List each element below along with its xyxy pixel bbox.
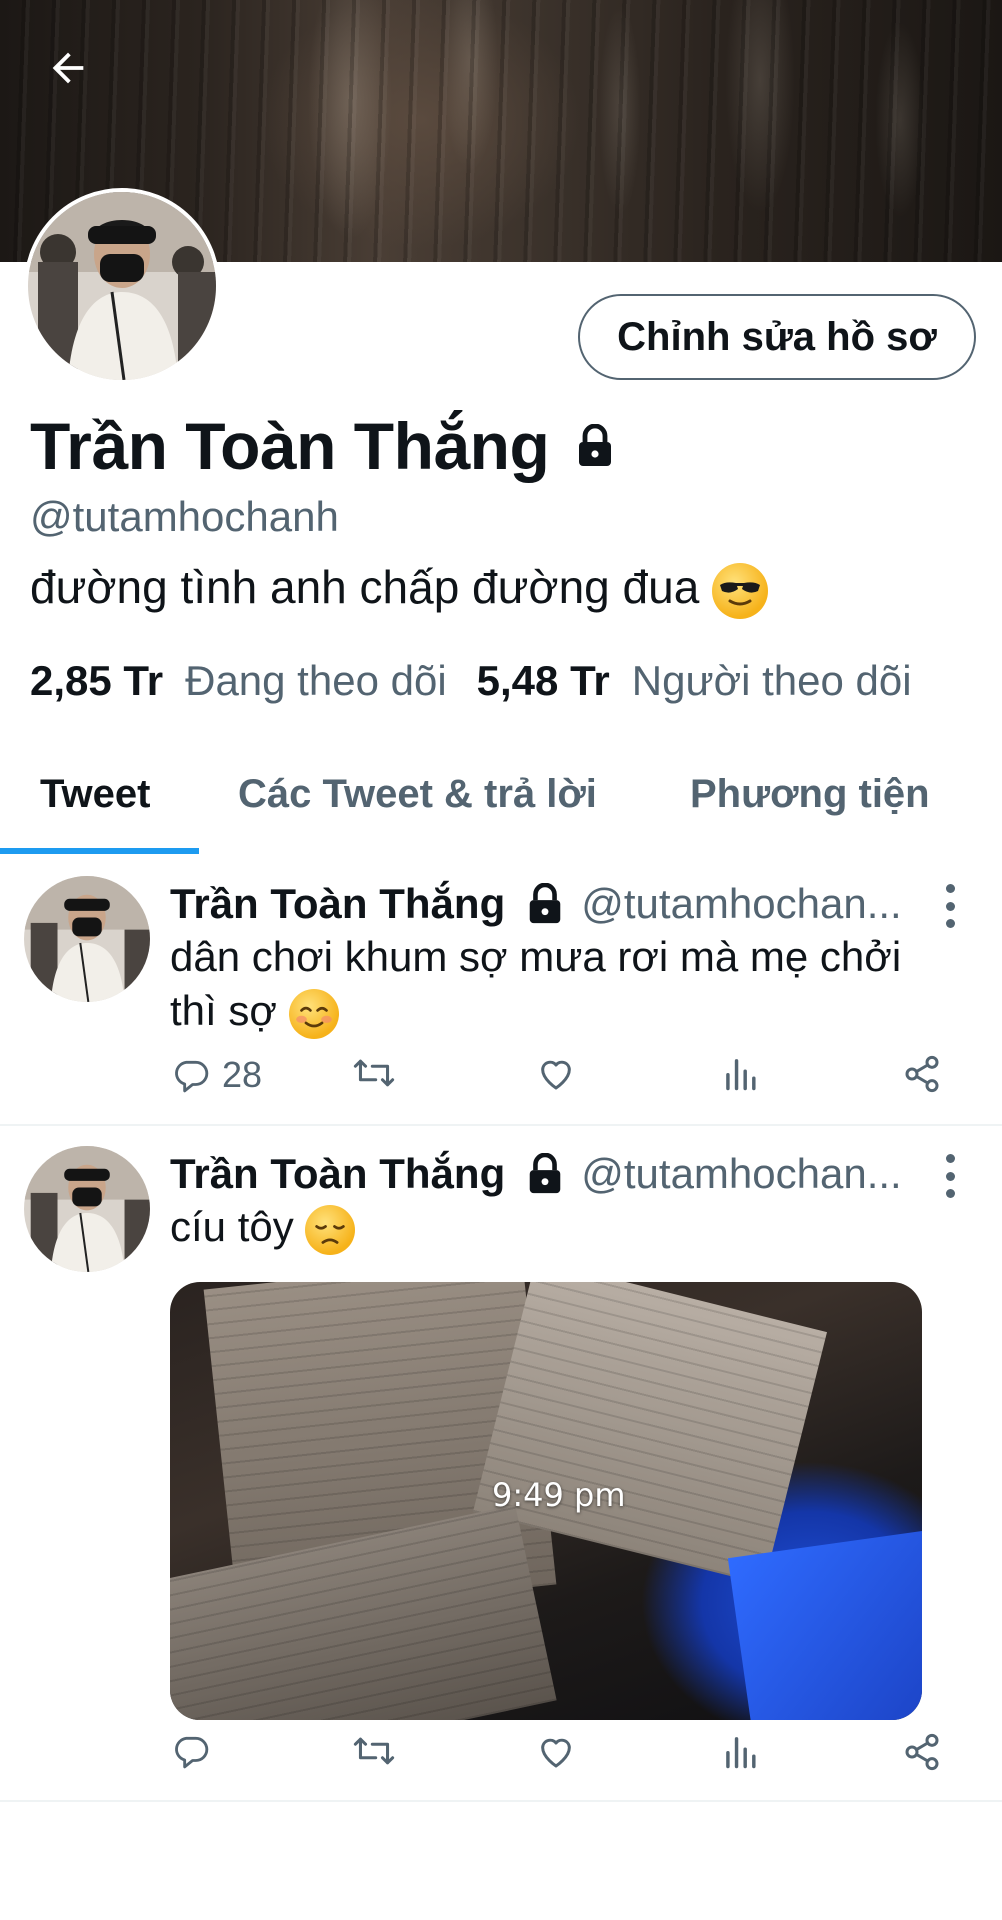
avatar-photo bbox=[24, 1146, 150, 1272]
analytics-icon bbox=[726, 1059, 756, 1091]
followers-label[interactable]: Người theo dõi bbox=[632, 657, 912, 705]
profile-handle: @tutamhochanh bbox=[30, 493, 339, 540]
share-icon bbox=[905, 1055, 939, 1093]
more-options-icon[interactable] bbox=[936, 884, 964, 928]
back-button[interactable] bbox=[30, 30, 106, 106]
following-count[interactable]: 2,85 Tr bbox=[30, 657, 163, 705]
analytics-icon bbox=[726, 1737, 756, 1769]
tweet-author-name[interactable]: Trần Toàn Thắng bbox=[170, 880, 505, 928]
like-button[interactable] bbox=[536, 1054, 576, 1092]
retweet-icon bbox=[353, 1059, 395, 1087]
active-tab-indicator bbox=[0, 848, 199, 854]
tweet-media-image[interactable]: 9:49 pm bbox=[170, 1282, 922, 1720]
avatar-photo bbox=[24, 876, 150, 1002]
profile-stats: 2,85 Tr Đang theo dõi 5,48 Tr Người theo… bbox=[30, 657, 942, 705]
profile-avatar[interactable] bbox=[24, 188, 220, 384]
tweet-body: cíu tôy bbox=[170, 1203, 294, 1250]
tweet-header: Trần Toàn Thắng @tutamhochan... bbox=[170, 1150, 902, 1198]
bio-text: đường tình anh chấp đường đua bbox=[30, 561, 700, 613]
profile-name: Trần Toàn Thắng bbox=[30, 409, 550, 483]
share-icon bbox=[905, 1733, 939, 1771]
lock-icon bbox=[525, 883, 565, 925]
tweet-avatar[interactable] bbox=[24, 876, 150, 1002]
tweet-text: cíu tôy bbox=[170, 1200, 950, 1255]
tweet-text: dân chơi khum sợ mưa rơi mà mẹ chởi thì … bbox=[170, 930, 950, 1039]
reply-icon bbox=[175, 1736, 209, 1769]
tab-tweets-and-replies[interactable]: Các Tweet & trả lời bbox=[238, 772, 597, 817]
tweet-avatar[interactable] bbox=[24, 1146, 150, 1272]
profile-tabs: Tweet Các Tweet & trả lời Phương tiện bbox=[0, 752, 1002, 856]
retweet-icon bbox=[353, 1737, 395, 1765]
reply-button[interactable]: 28 bbox=[172, 1054, 262, 1096]
smiling-face-icon bbox=[288, 988, 339, 1039]
tweet-divider bbox=[0, 1800, 1002, 1802]
laptop-screen bbox=[727, 1527, 922, 1720]
retweet-button[interactable] bbox=[352, 1732, 396, 1770]
tweet-header: Trần Toàn Thắng @tutamhochan... bbox=[170, 880, 902, 928]
media-time-overlay: 9:49 pm bbox=[492, 1476, 626, 1514]
edit-profile-button[interactable]: Chỉnh sửa hồ sơ bbox=[578, 294, 976, 380]
arrow-left-icon bbox=[52, 52, 84, 84]
analytics-button[interactable] bbox=[722, 1732, 758, 1770]
tweet-author-handle[interactable]: @tutamhochan... bbox=[581, 880, 901, 928]
lock-icon bbox=[525, 1153, 565, 1195]
share-button[interactable] bbox=[902, 1732, 942, 1772]
notebook-page bbox=[170, 1504, 557, 1720]
tweet-actions: 28 bbox=[0, 1054, 1002, 1114]
avatar-photo bbox=[28, 192, 216, 380]
share-button[interactable] bbox=[902, 1054, 942, 1094]
retweet-button[interactable] bbox=[352, 1054, 396, 1092]
reply-count: 28 bbox=[222, 1054, 263, 1095]
tab-media[interactable]: Phương tiện bbox=[690, 772, 930, 817]
tweet-actions bbox=[0, 1732, 1002, 1792]
heart-icon bbox=[541, 1738, 571, 1768]
lock-icon bbox=[579, 424, 612, 466]
reply-icon bbox=[175, 1060, 209, 1093]
tweet-body: dân chơi khum sợ mưa rơi mà mẹ chởi thì … bbox=[170, 933, 902, 1034]
more-options-icon[interactable] bbox=[936, 1154, 964, 1198]
smiling-face-with-sunglasses-icon bbox=[712, 562, 769, 619]
profile-name-row: Trần Toàn Thắng bbox=[30, 408, 615, 484]
tweet-divider bbox=[0, 1124, 1002, 1126]
followers-count[interactable]: 5,48 Tr bbox=[477, 657, 610, 705]
profile-bio: đường tình anh chấp đường đua bbox=[30, 560, 769, 619]
heart-icon bbox=[541, 1060, 571, 1090]
tweet-author-name[interactable]: Trần Toàn Thắng bbox=[170, 1150, 505, 1198]
following-label[interactable]: Đang theo dõi bbox=[185, 657, 447, 705]
analytics-button[interactable] bbox=[722, 1054, 758, 1092]
like-button[interactable] bbox=[536, 1732, 576, 1770]
tweet-author-handle[interactable]: @tutamhochan... bbox=[581, 1150, 901, 1198]
disappointed-face-icon bbox=[305, 1204, 356, 1255]
tab-tweets[interactable]: Tweet bbox=[40, 772, 150, 817]
reply-button[interactable] bbox=[172, 1732, 222, 1770]
